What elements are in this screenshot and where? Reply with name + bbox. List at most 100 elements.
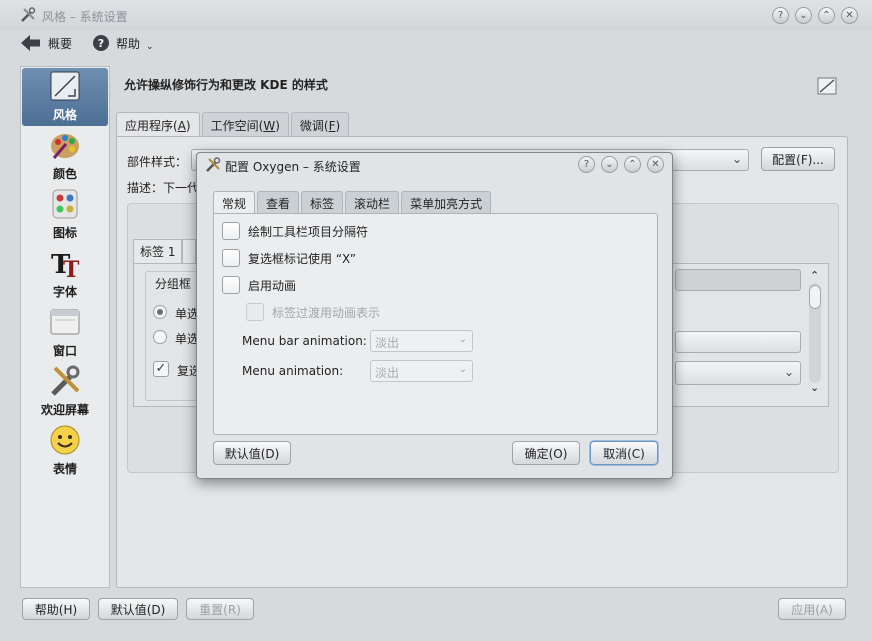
close-icon[interactable]: ✕ — [647, 156, 664, 173]
tab-workspace[interactable]: 工作空间(W) — [201, 112, 289, 136]
preview-radio-1[interactable] — [153, 305, 167, 319]
sidebar-item-style[interactable]: 风格 — [22, 68, 108, 126]
preview-group-label: 分组框 — [155, 277, 192, 291]
tools-icon — [206, 157, 221, 172]
svg-text:T: T — [63, 257, 80, 280]
chevron-down-icon[interactable]: ⌄ — [810, 381, 819, 394]
tab-applications[interactable]: 应用程序(A) — [116, 112, 200, 137]
chevron-down-icon: ⌄ — [731, 152, 742, 166]
help-icon[interactable]: ? — [772, 7, 789, 24]
overview-label: 概要 — [48, 36, 73, 51]
reset-button[interactable]: 重置(R) — [186, 598, 254, 620]
preview-tab-2[interactable] — [182, 239, 197, 263]
svg-text:?: ? — [98, 37, 104, 50]
description-label: 描述：下一代 — [127, 181, 200, 195]
help-label: 帮助 — [116, 36, 141, 51]
dialog-defaults-button[interactable]: 默认值(D) — [213, 441, 291, 465]
tab-fine-tuning[interactable]: 微调(F) — [290, 112, 350, 136]
tab-tabs[interactable]: 标签 — [301, 191, 344, 213]
sidebar-item-window[interactable]: 窗口 — [22, 304, 108, 362]
menu-animation-combo[interactable]: 淡出 ⌄ — [370, 360, 473, 382]
tools-icon — [21, 7, 36, 22]
tab-general[interactable]: 常规 — [213, 191, 256, 214]
help-circle-icon: ? — [93, 35, 109, 51]
dialog-title-bar: 配置 Oxygen – 系统设置 ? ⌄ ⌃ ✕ — [197, 153, 672, 177]
animations-option[interactable]: 启用动画 — [222, 276, 296, 294]
preview-radio-2[interactable] — [153, 330, 167, 344]
tab-transitions-checkbox[interactable] — [246, 303, 264, 321]
sidebar-item-colors[interactable]: 颜色 — [22, 127, 108, 185]
chevron-down-icon: ⌄ — [783, 365, 794, 379]
color-palette-icon — [51, 134, 79, 159]
preview-scrollbar[interactable]: ⌃ ⌄ — [805, 269, 825, 399]
sidebar-item-icons[interactable]: 图标 — [22, 186, 108, 244]
ok-button[interactable]: 确定(O) — [512, 441, 580, 465]
menu-bar-animation-label: Menu bar animation: — [242, 334, 367, 348]
page-heading: 允许操纵修饰行为和更改 KDE 的样式 — [124, 78, 328, 92]
sidebar-item-label: 风格 — [52, 108, 77, 122]
tab-scrollbars[interactable]: 滚动栏 — [345, 191, 400, 213]
smiley-icon — [50, 425, 80, 455]
dialog-tab-bar: 常规 查看 标签 滚动栏 菜单加亮方式 — [213, 191, 492, 214]
cancel-button[interactable]: 取消(C) — [590, 441, 658, 465]
sidebar-item-label: 欢迎屏幕 — [40, 403, 89, 417]
back-arrow-icon — [21, 35, 40, 51]
configure-button[interactable]: 配置(F)... — [761, 147, 835, 171]
toolbar-separator-label: 绘制工具栏项目分隔符 — [248, 224, 369, 239]
close-icon[interactable]: ✕ — [841, 7, 858, 24]
overview-button[interactable]: 概要 — [20, 34, 72, 52]
help-menu-button[interactable]: ? 帮助 ⌄ — [92, 34, 154, 52]
main-tab-bar: 应用程序(A) 工作空间(W) 微调(F) — [116, 112, 350, 137]
apply-button[interactable]: 应用(A) — [778, 598, 846, 620]
chevron-up-icon[interactable]: ⌃ — [810, 269, 819, 282]
sidebar-item-label: 字体 — [52, 285, 77, 299]
tab-transitions-label: 标签过渡用动画表示 — [272, 305, 381, 320]
checkbox-x-label: 复选框标记使用 “X” — [248, 251, 356, 266]
preview-checkbox[interactable]: ✓ — [153, 361, 169, 377]
window-icon — [50, 309, 80, 335]
toolbar-separator-option[interactable]: 绘制工具栏项目分隔符 — [222, 222, 368, 240]
widget-style-label: 部件样式： — [127, 155, 188, 169]
preview-spinbox[interactable] — [675, 331, 801, 353]
tab-view[interactable]: 查看 — [257, 191, 300, 213]
sidebar-item-label: 颜色 — [52, 167, 77, 181]
maximize-icon[interactable]: ⌃ — [624, 156, 641, 173]
menu-animation-label: Menu animation: — [242, 364, 344, 378]
sidebar-item-splash-screen[interactable]: 欢迎屏幕 — [22, 363, 108, 421]
chevron-down-icon: ⌄ — [458, 334, 467, 345]
tab-transitions-option[interactable]: 标签过渡用动画表示 — [246, 303, 380, 321]
oxygen-config-dialog: 配置 Oxygen – 系统设置 ? ⌄ ⌃ ✕ 常规 查看 标签 滚动栏 菜单… — [196, 152, 673, 479]
animations-checkbox[interactable] — [222, 276, 240, 294]
tools-icon — [51, 365, 80, 396]
scrollbar-thumb[interactable] — [809, 285, 821, 309]
toolbar: 概要 ? 帮助 ⌄ — [0, 30, 872, 60]
window-title: 风格 – 系统设置 — [42, 10, 128, 24]
font-icon: T T — [51, 250, 80, 280]
maximize-icon[interactable]: ⌃ — [818, 7, 835, 24]
checkbox-x-option[interactable]: 复选框标记使用 “X” — [222, 249, 356, 267]
minimize-icon[interactable]: ⌄ — [795, 7, 812, 24]
menu-bar-animation-combo[interactable]: 淡出 ⌄ — [370, 330, 473, 352]
sidebar-item-fonts[interactable]: T T 字体 — [22, 245, 108, 303]
preview-line-edit[interactable] — [675, 269, 801, 291]
minimize-icon[interactable]: ⌄ — [601, 156, 618, 173]
tab-menu-highlight[interactable]: 菜单加亮方式 — [401, 191, 492, 213]
dialog-title: 配置 Oxygen – 系统设置 — [225, 160, 361, 174]
chevron-down-icon: ⌄ — [146, 42, 154, 52]
preview-tab[interactable]: 标签 1 — [133, 239, 183, 263]
general-tab-panel: 绘制工具栏项目分隔符 复选框标记使用 “X” 启用动画 标签过渡用动画表示 Me… — [213, 213, 658, 435]
toolbar-separator-checkbox[interactable] — [222, 222, 240, 240]
icons-icon — [52, 189, 78, 219]
style-icon — [817, 77, 837, 95]
sidebar-item-emoticons[interactable]: 表情 — [22, 422, 108, 480]
style-icon — [50, 71, 80, 101]
category-sidebar: 风格 颜色 图标 T T 字体 窗口 欢迎屏幕 表情 — [20, 66, 110, 588]
help-button[interactable]: 帮助(H) — [22, 598, 90, 620]
preview-combo[interactable]: ⌄ — [675, 361, 801, 385]
chevron-down-icon: ⌄ — [458, 364, 467, 375]
defaults-button[interactable]: 默认值(D) — [98, 598, 178, 620]
help-icon[interactable]: ? — [578, 156, 595, 173]
sidebar-item-label: 图标 — [52, 226, 77, 240]
checkbox-x-checkbox[interactable] — [222, 249, 240, 267]
sidebar-item-label: 表情 — [52, 462, 77, 476]
